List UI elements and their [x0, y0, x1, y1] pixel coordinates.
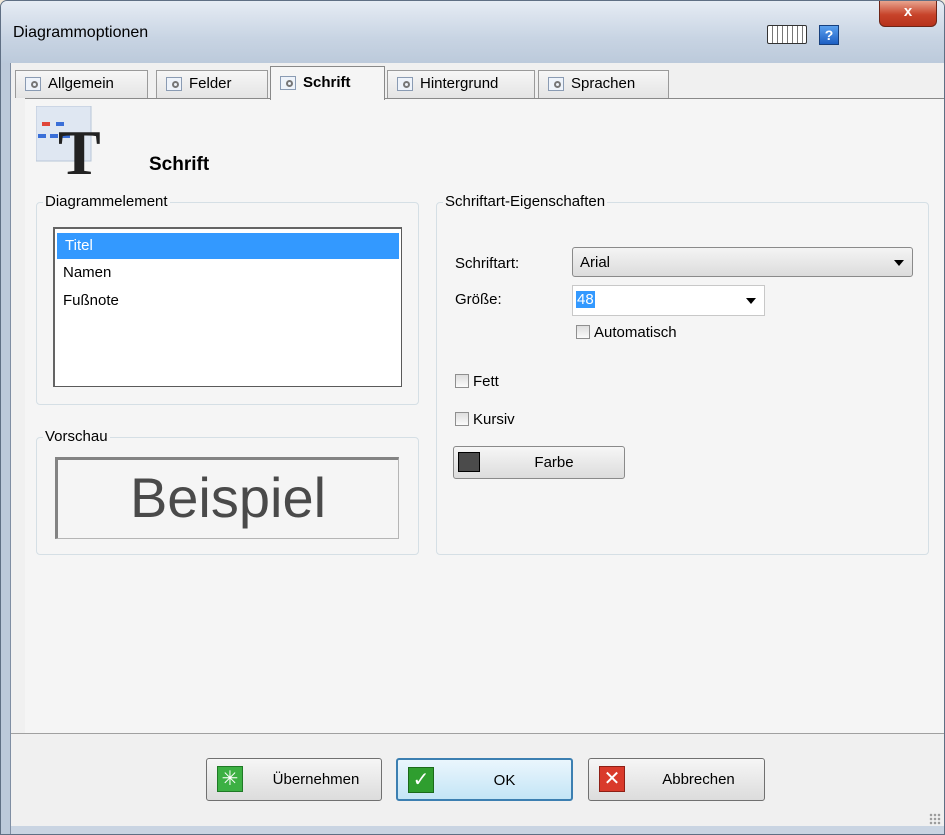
- bold-label: Fett: [473, 373, 499, 390]
- close-button[interactable]: x: [879, 1, 937, 27]
- tab-label: Sprachen: [571, 75, 636, 92]
- font-letter-glyph: T: [58, 117, 101, 176]
- color-button-label: Farbe: [534, 454, 574, 471]
- tab-schrift[interactable]: Schrift: [270, 66, 385, 100]
- size-select[interactable]: 48: [572, 285, 765, 316]
- window-title: Diagrammoptionen: [13, 24, 149, 41]
- chevron-down-icon: [746, 298, 756, 304]
- settings-icon: [397, 77, 413, 91]
- tab-label: Hintergrund: [420, 75, 499, 92]
- keyboard-icon[interactable]: [767, 25, 807, 44]
- tab-label: Schrift: [303, 74, 351, 91]
- list-item[interactable]: Fußnote: [55, 287, 401, 315]
- tab-hintergrund[interactable]: Hintergrund: [387, 70, 535, 98]
- group-label: Schriftart-Eigenschaften: [443, 193, 608, 210]
- group-label: Diagrammelement: [43, 193, 170, 210]
- italic-label: Kursiv: [473, 411, 515, 428]
- cancel-button-label: Abbrechen: [662, 771, 735, 788]
- preview-text: Beispiel: [55, 457, 399, 539]
- apply-button[interactable]: ✳ Übernehmen: [206, 758, 382, 801]
- automatic-label: Automatisch: [594, 324, 677, 341]
- list-item[interactable]: Namen: [55, 259, 401, 287]
- ok-button-label: OK: [493, 772, 516, 789]
- settings-icon: [548, 77, 564, 91]
- italic-checkbox[interactable]: [455, 412, 469, 426]
- apply-icon: ✳: [217, 766, 243, 792]
- list-item[interactable]: Titel: [57, 233, 399, 259]
- window-bottom-border: [11, 826, 944, 834]
- tab-sprachen[interactable]: Sprachen: [538, 70, 669, 98]
- resize-grip-icon[interactable]: [929, 813, 941, 825]
- settings-icon: [166, 77, 182, 91]
- apply-button-label: Übernehmen: [272, 771, 360, 788]
- font-page-icon: T: [36, 106, 101, 176]
- tab-allgemein[interactable]: Allgemein: [15, 70, 148, 98]
- cancel-button[interactable]: ✕ Abbrechen: [588, 758, 765, 801]
- font-select-value: Arial: [580, 254, 611, 271]
- size-label: Größe:: [455, 291, 502, 308]
- title-bar: Diagrammoptionen ? x: [1, 1, 944, 63]
- tab-label: Felder: [189, 75, 232, 92]
- size-select-value: 48: [576, 291, 595, 308]
- dialog-window: Diagrammoptionen ? x Allgemein Felder Sc…: [0, 0, 945, 835]
- check-icon: ✓: [408, 767, 434, 793]
- chevron-down-icon: [894, 260, 904, 266]
- page-title: Schrift: [149, 154, 210, 175]
- diagram-element-list[interactable]: Titel Namen Fußnote: [53, 227, 402, 387]
- tab-felder[interactable]: Felder: [156, 70, 268, 98]
- group-label: Vorschau: [43, 428, 110, 445]
- settings-icon: [25, 77, 41, 91]
- font-label: Schriftart:: [455, 255, 520, 272]
- color-button[interactable]: Farbe: [453, 446, 625, 479]
- close-icon: ✕: [599, 766, 625, 792]
- ok-button[interactable]: ✓ OK: [396, 758, 573, 801]
- settings-icon: [280, 76, 296, 90]
- font-select[interactable]: Arial: [572, 247, 913, 277]
- bold-checkbox[interactable]: [455, 374, 469, 388]
- help-button[interactable]: ?: [819, 25, 839, 45]
- tab-label: Allgemein: [48, 75, 114, 92]
- automatic-checkbox[interactable]: [576, 325, 590, 339]
